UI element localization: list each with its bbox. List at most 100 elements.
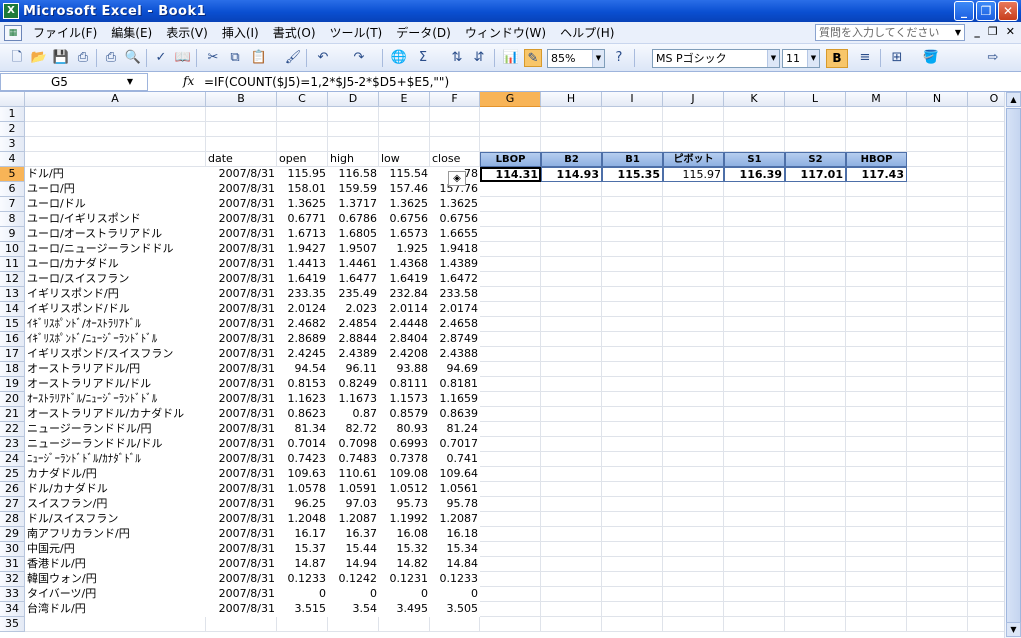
cell[interactable] — [379, 617, 430, 632]
row-header-17[interactable]: 17 — [0, 347, 25, 362]
data-cell[interactable]: 2007/8/31 — [206, 407, 277, 422]
cell[interactable] — [724, 287, 785, 302]
data-cell[interactable]: 0.8579 — [379, 407, 430, 422]
cell[interactable] — [663, 302, 724, 317]
cell[interactable] — [846, 122, 907, 137]
cell[interactable] — [663, 332, 724, 347]
data-cell[interactable]: 2007/8/31 — [206, 377, 277, 392]
cell[interactable] — [907, 527, 968, 542]
cell[interactable] — [480, 257, 541, 272]
data-cell[interactable]: 1.6713 — [277, 227, 328, 242]
cell[interactable] — [602, 422, 663, 437]
cell[interactable] — [907, 407, 968, 422]
data-cell[interactable]: 2.4245 — [277, 347, 328, 362]
cell[interactable] — [602, 257, 663, 272]
data-cell[interactable]: 3.495 — [379, 602, 430, 617]
cell[interactable] — [480, 512, 541, 527]
cell[interactable] — [907, 572, 968, 587]
data-cell[interactable]: 15.44 — [328, 542, 379, 557]
column-header-G[interactable]: G — [480, 92, 541, 107]
data-cell[interactable]: 1.2087 — [430, 512, 480, 527]
cell[interactable] — [480, 572, 541, 587]
data-cell[interactable]: 0 — [430, 587, 480, 602]
cell[interactable] — [328, 122, 379, 137]
paste-icon[interactable]: 📋 — [250, 49, 268, 67]
cell[interactable] — [277, 107, 328, 122]
cell[interactable] — [663, 422, 724, 437]
cell[interactable] — [785, 272, 846, 287]
cell[interactable] — [602, 467, 663, 482]
cell[interactable] — [602, 242, 663, 257]
vertical-scrollbar[interactable]: ▲ ▼ — [1004, 92, 1021, 638]
data-cell[interactable]: 2007/8/31 — [206, 482, 277, 497]
cell[interactable] — [907, 287, 968, 302]
data-cell[interactable]: 1.4368 — [379, 257, 430, 272]
data-cell[interactable]: 0.7098 — [328, 437, 379, 452]
row-header-7[interactable]: 7 — [0, 197, 25, 212]
name-box[interactable]: G5 ▼ — [0, 73, 148, 91]
cell[interactable] — [602, 602, 663, 617]
cell[interactable] — [846, 137, 907, 152]
cell[interactable] — [480, 377, 541, 392]
data-cell[interactable]: 110.61 — [328, 467, 379, 482]
workbook-icon[interactable]: ▦ — [4, 24, 22, 41]
column-header-B[interactable]: B — [206, 92, 277, 107]
align-center-icon[interactable]: ≡ — [856, 49, 874, 67]
cell[interactable] — [846, 317, 907, 332]
cell[interactable] — [541, 227, 602, 242]
cell[interactable] — [907, 107, 968, 122]
chart-wizard-icon[interactable]: 📊 — [502, 49, 520, 67]
chevron-down-icon[interactable]: ▼ — [807, 50, 819, 67]
cell[interactable] — [25, 122, 206, 137]
cell[interactable] — [846, 272, 907, 287]
cell[interactable] — [785, 107, 846, 122]
data-cell[interactable]: 2.4388 — [430, 347, 480, 362]
data-cell[interactable]: 93.88 — [379, 362, 430, 377]
error-smart-tag-icon[interactable]: ◈ — [448, 171, 466, 186]
data-cell[interactable]: 0 — [379, 587, 430, 602]
data-cell[interactable]: 0.7378 — [379, 452, 430, 467]
cell[interactable] — [907, 272, 968, 287]
row-header-32[interactable]: 32 — [0, 572, 25, 587]
cell[interactable] — [541, 377, 602, 392]
menu-file[interactable]: ファイル(F) — [26, 23, 104, 43]
cell[interactable] — [663, 572, 724, 587]
data-cell[interactable]: 157.46 — [379, 182, 430, 197]
data-cell[interactable]: 1.0561 — [430, 482, 480, 497]
data-cell[interactable]: 97.03 — [328, 497, 379, 512]
cell[interactable] — [541, 317, 602, 332]
data-cell[interactable]: 2007/8/31 — [206, 167, 277, 182]
cell[interactable] — [602, 587, 663, 602]
data-cell[interactable]: 1.6655 — [430, 227, 480, 242]
cell[interactable] — [663, 137, 724, 152]
row-header-28[interactable]: 28 — [0, 512, 25, 527]
cell[interactable] — [724, 512, 785, 527]
zoom-select[interactable]: 85% ▼ — [547, 49, 605, 68]
cell[interactable] — [541, 587, 602, 602]
cell[interactable] — [541, 557, 602, 572]
options-icon[interactable]: ⇨ — [984, 49, 1002, 67]
cell[interactable] — [724, 452, 785, 467]
cell[interactable] — [846, 602, 907, 617]
cell[interactable] — [785, 362, 846, 377]
data-cell[interactable]: ユーロ/ドル — [25, 197, 206, 212]
data-cell[interactable]: ﾆｭｰｼﾞｰﾗﾝﾄﾞﾄﾞﾙ/ｶﾅﾀﾞﾄﾞﾙ — [25, 452, 206, 467]
cell[interactable] — [663, 242, 724, 257]
cell[interactable] — [602, 197, 663, 212]
cell[interactable] — [846, 617, 907, 632]
cell[interactable] — [602, 572, 663, 587]
data-cell[interactable]: 82.72 — [328, 422, 379, 437]
cell[interactable] — [907, 302, 968, 317]
data-cell[interactable]: 2.4208 — [379, 347, 430, 362]
data-cell[interactable]: 2.4389 — [328, 347, 379, 362]
cell[interactable] — [724, 242, 785, 257]
data-cell[interactable]: 0.8639 — [430, 407, 480, 422]
cell[interactable] — [785, 602, 846, 617]
data-cell[interactable]: 2007/8/31 — [206, 257, 277, 272]
cell[interactable] — [907, 602, 968, 617]
data-cell[interactable]: 2007/8/31 — [206, 557, 277, 572]
cell[interactable] — [602, 212, 663, 227]
cell[interactable] — [724, 122, 785, 137]
pivot-header[interactable]: ピボット — [663, 152, 724, 167]
cell[interactable] — [480, 182, 541, 197]
